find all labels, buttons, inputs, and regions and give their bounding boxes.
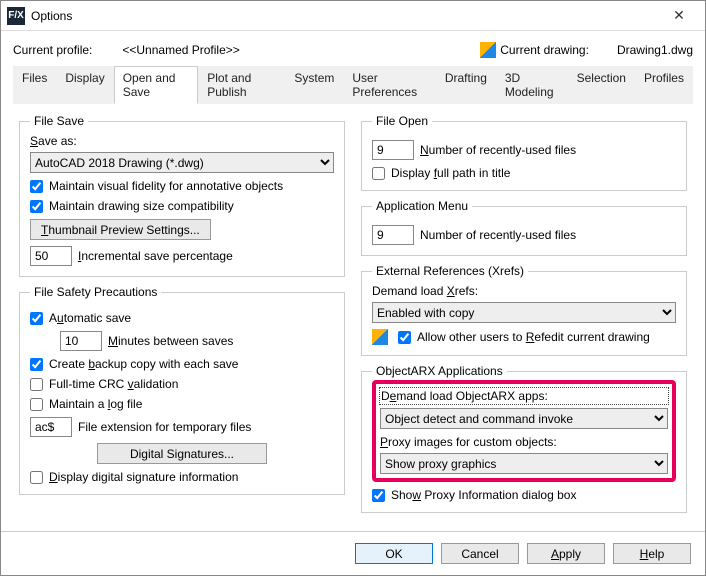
ext-input[interactable] [30,417,72,437]
demand-xrefs-select[interactable]: Enabled with copy [372,302,676,323]
legend-xrefs: External References (Xrefs) [372,264,528,278]
chk-crc[interactable]: Full-time CRC validation [30,377,334,391]
legend-objectarx: ObjectARX Applications [372,364,507,378]
chk-size-compat[interactable]: Maintain drawing size compatibility [30,199,334,213]
minutes-input[interactable] [60,331,102,351]
thumbnail-settings-button[interactable]: Thumbnail Preview Settings... [30,219,211,240]
appmenu-recent-label: Number of recently-used files [420,228,576,242]
current-profile-value: <<Unnamed Profile>> [122,43,239,57]
tab-plot-and-publish[interactable]: Plot and Publish [198,66,285,104]
app-icon: F/X [7,7,25,25]
chk-annotative[interactable]: Maintain visual fidelity for annotative … [30,179,334,193]
legend-file-open: File Open [372,114,432,128]
window-title: Options [31,9,659,23]
proxy-images-select[interactable]: Show proxy graphics [380,453,668,474]
group-file-safety: File Safety Precautions Automatic save M… [19,285,345,495]
tab-open-and-save[interactable]: Open and Save [114,66,199,104]
recent-files-label: Number of recently-used files [420,143,576,157]
highlight-box: Demand load ObjectARX apps: Object detec… [372,380,676,482]
save-as-select[interactable]: AutoCAD 2018 Drawing (*.dwg) [30,152,334,173]
ext-label: File extension for temporary files [78,420,251,434]
legend-file-safety: File Safety Precautions [30,285,161,299]
demand-arx-label: Demand load ObjectARX apps: [380,388,668,404]
close-button[interactable]: ✕ [659,7,699,24]
minutes-label: Minutes between saves [108,334,233,348]
tab-3d-modeling[interactable]: 3D Modeling [496,66,568,104]
help-button[interactable]: Help [613,543,691,564]
ok-button[interactable]: OK [355,543,433,564]
legend-app-menu: Application Menu [372,199,472,213]
group-file-open: File Open Number of recently-used files … [361,114,687,191]
current-drawing-value: Drawing1.dwg [617,43,693,57]
recent-files-input[interactable] [372,140,414,160]
legend-file-save: File Save [30,114,88,128]
chk-allow-refedit[interactable]: Allow other users to Refedit current dra… [398,330,650,344]
group-objectarx: ObjectARX Applications Demand load Objec… [361,364,687,513]
titlebar: F/X Options ✕ [1,1,705,31]
apply-button[interactable]: Apply [527,543,605,564]
tab-files[interactable]: Files [13,66,56,104]
group-xrefs: External References (Xrefs) Demand load … [361,264,687,356]
tab-system[interactable]: System [285,66,343,104]
chk-backup[interactable]: Create backup copy with each save [30,357,334,371]
save-as-label: Save as: [30,134,334,148]
appmenu-recent-input[interactable] [372,225,414,245]
button-bar: OK Cancel Apply Help [1,531,705,575]
proxy-images-label: Proxy images for custom objects: [380,435,668,449]
chk-show-proxy[interactable]: Show Proxy Information dialog box [372,488,676,502]
group-file-save: File Save Save as: AutoCAD 2018 Drawing … [19,114,345,277]
tab-strip: FilesDisplayOpen and SavePlot and Publis… [13,65,693,104]
tab-profiles[interactable]: Profiles [635,66,693,104]
options-window: F/X Options ✕ Current profile: <<Unnamed… [0,0,706,576]
profile-row: Current profile: <<Unnamed Profile>> Cur… [13,39,693,61]
current-profile-label: Current profile: [13,43,92,57]
incremental-save-input[interactable] [30,246,72,266]
cancel-button[interactable]: Cancel [441,543,519,564]
chk-auto-save[interactable]: Automatic save [30,311,334,325]
chk-log[interactable]: Maintain a log file [30,397,334,411]
tab-drafting[interactable]: Drafting [436,66,496,104]
digital-signatures-button[interactable]: Digital Signatures... [97,443,267,464]
current-drawing-label: Current drawing: [500,43,589,57]
incremental-save-label: Incremental save percentage [78,249,233,263]
demand-xrefs-label: Demand load Xrefs: [372,284,676,298]
tab-pane: File Save Save as: AutoCAD 2018 Drawing … [13,104,693,519]
tab-selection[interactable]: Selection [568,66,635,104]
drawing-icon [372,329,388,345]
tab-user-preferences[interactable]: User Preferences [343,66,435,104]
demand-arx-select[interactable]: Object detect and command invoke [380,408,668,429]
group-app-menu: Application Menu Number of recently-used… [361,199,687,256]
chk-dsig[interactable]: Display digital signature information [30,470,334,484]
tab-display[interactable]: Display [56,66,113,104]
drawing-icon [480,42,496,58]
chk-full-path[interactable]: Display full path in title [372,166,676,180]
